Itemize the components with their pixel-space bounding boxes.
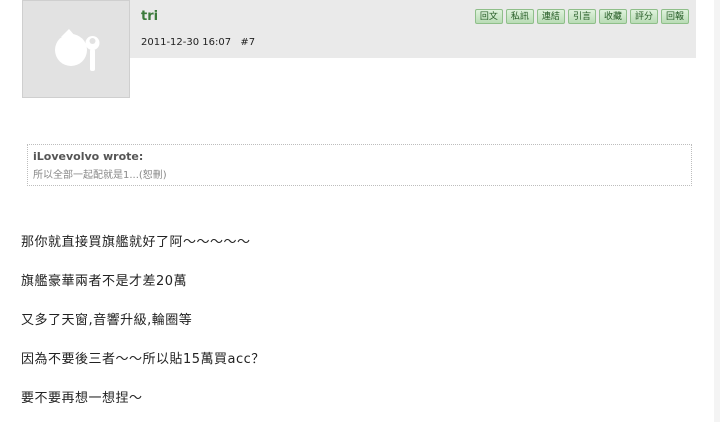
quote-button[interactable]: 引言	[567, 9, 596, 24]
quote-text: 所以全部一起配就是1...(恕刪)	[33, 170, 167, 181]
reply-button[interactable]: 回文	[474, 9, 503, 24]
post-username[interactable]: tri	[141, 9, 158, 24]
favorite-button[interactable]: 收藏	[598, 9, 627, 24]
post-actions: 回文 私訊 連結 引言 收藏 評分 回報	[474, 9, 689, 24]
post-content: 那你就直接買旗艦就好了阿～～～～～ 旗艦豪華兩者不是才差20萬 又多了天窗,音響…	[21, 234, 265, 429]
quote-author: iLovevolvo wrote:	[33, 150, 144, 163]
content-line: 又多了天窗,音響升級,輪圈等	[21, 313, 193, 328]
default-avatar-icon	[55, 29, 100, 71]
post-number[interactable]: #7	[240, 37, 255, 48]
content-line: 要不要再想一想捏～	[21, 391, 143, 406]
private-message-button[interactable]: 私訊	[505, 9, 534, 24]
content-line: 那你就直接買旗艦就好了阿～～～～～	[21, 235, 251, 250]
link-button[interactable]: 連結	[536, 9, 565, 24]
avatar[interactable]	[22, 0, 130, 98]
report-button[interactable]: 回報	[660, 9, 689, 24]
quote-block: iLovevolvo wrote: 所以全部一起配就是1...(恕刪)	[27, 144, 692, 186]
content-line: 因為不要後三者～～所以貼15萬買acc？	[21, 352, 265, 367]
rate-button[interactable]: 評分	[629, 9, 658, 24]
content-line: 旗艦豪華兩者不是才差20萬	[21, 274, 188, 289]
post-info: 2011-12-30 16:07 #7	[141, 37, 255, 48]
post-date: 2011-12-30 16:07	[141, 37, 232, 48]
scrollbar[interactable]	[714, 0, 720, 422]
